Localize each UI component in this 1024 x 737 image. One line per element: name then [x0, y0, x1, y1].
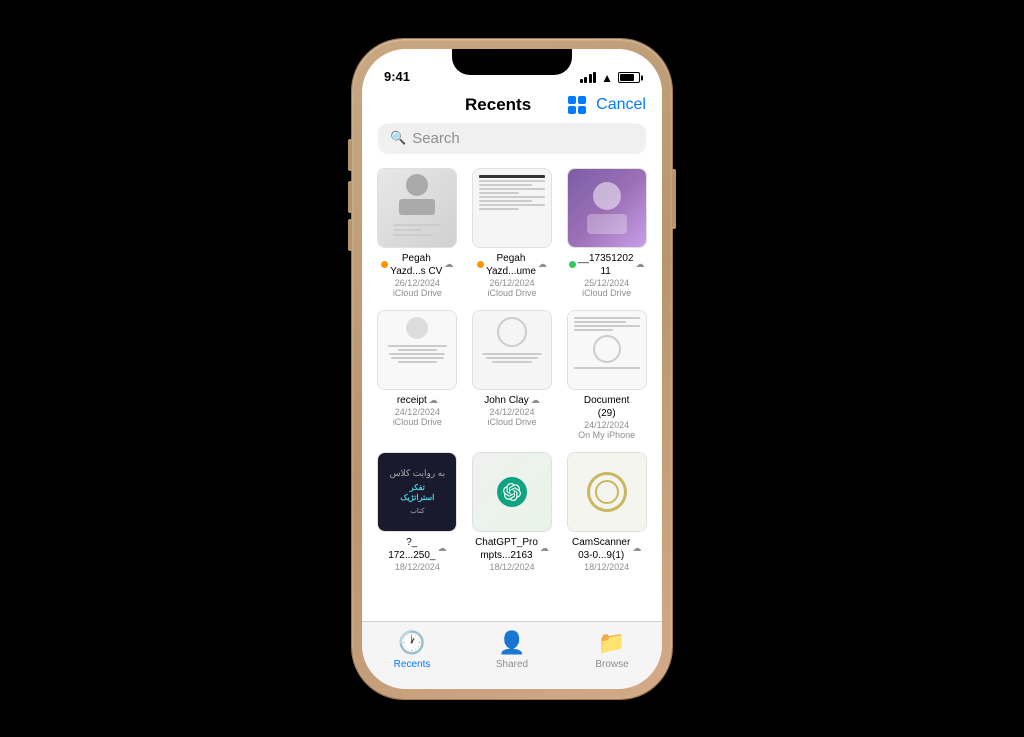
file-date: 24/12/2024: [489, 407, 534, 417]
tab-shared-label: Shared: [496, 659, 528, 670]
list-item[interactable]: PegahYazd...ume ☁ 26/12/2024 iCloud Driv…: [469, 168, 556, 298]
file-date: 26/12/2024: [395, 278, 440, 288]
list-item[interactable]: receipt ☁ 24/12/2024 iCloud Drive: [374, 310, 461, 440]
file-source: On My iPhone: [578, 430, 635, 440]
file-thumbnail: [567, 452, 647, 532]
notch: [452, 49, 572, 75]
list-item[interactable]: به روایت کلاس تفکراستراتژیک کتاب ?_172..…: [374, 452, 461, 572]
file-thumbnail: [567, 310, 647, 390]
recents-icon: 🕐: [398, 630, 425, 656]
search-placeholder: Search: [412, 130, 460, 147]
tab-recents-label: Recents: [394, 659, 431, 670]
list-item[interactable]: Document(29) 24/12/2024 On My iPhone: [563, 310, 650, 440]
cloud-icon: ☁: [531, 395, 540, 406]
nav-bar: Recents Cancel: [362, 91, 662, 123]
file-thumbnail: [472, 168, 552, 248]
tab-shared[interactable]: 👤 Shared: [482, 630, 542, 670]
search-bar[interactable]: 🔍 Search: [378, 123, 646, 154]
file-source: iCloud Drive: [487, 288, 536, 298]
file-thumbnail: به روایت کلاس تفکراستراتژیک کتاب: [377, 452, 457, 532]
shared-icon: 👤: [498, 630, 525, 656]
file-source: iCloud Drive: [582, 288, 631, 298]
file-thumbnail: [377, 168, 457, 248]
cloud-icon: ☁: [635, 259, 644, 270]
tab-recents[interactable]: 🕐 Recents: [382, 630, 442, 670]
nav-title: Recents: [465, 95, 531, 115]
wifi-icon: ▲: [601, 71, 613, 85]
battery-icon: [618, 72, 640, 83]
file-date: 26/12/2024: [489, 278, 534, 288]
cloud-icon: ☁: [429, 395, 438, 406]
status-dot: [569, 261, 576, 268]
file-date: 25/12/2024: [584, 278, 629, 288]
file-source: iCloud Drive: [393, 417, 442, 427]
list-item[interactable]: CamScanner03-0...9(1) ☁ 18/12/2024: [563, 452, 650, 572]
file-name: CamScanner03-0...9(1): [572, 536, 630, 562]
file-thumbnail: [472, 452, 552, 532]
file-date: 18/12/2024: [584, 562, 629, 572]
file-name: __1735120211: [578, 252, 634, 278]
files-scroll[interactable]: PegahYazd...s CV ☁ 26/12/2024 iCloud Dri…: [362, 164, 662, 621]
cloud-icon: ☁: [437, 543, 446, 554]
file-date: 24/12/2024: [395, 407, 440, 417]
file-name: PegahYazd...s CV: [390, 252, 442, 278]
file-thumbnail: [377, 310, 457, 390]
browse-icon: 📁: [598, 630, 625, 656]
file-date: 24/12/2024: [584, 420, 629, 430]
tab-browse[interactable]: 📁 Browse: [582, 630, 642, 670]
cloud-icon: ☁: [540, 543, 549, 554]
list-item[interactable]: ChatGPT_Prompts...2163 ☁ 18/12/2024: [469, 452, 556, 572]
file-thumbnail: [472, 310, 552, 390]
phone-frame: 9:41 ▲ Recents: [352, 39, 672, 699]
cloud-icon: ☁: [632, 543, 641, 554]
file-name: ChatGPT_Prompts...2163: [475, 536, 538, 562]
file-thumbnail: [567, 168, 647, 248]
file-name: PegahYazd...ume: [486, 252, 536, 278]
file-source: iCloud Drive: [393, 288, 442, 298]
files-grid: PegahYazd...s CV ☁ 26/12/2024 iCloud Dri…: [374, 168, 650, 582]
file-name: ?_172...250_: [388, 536, 435, 562]
file-date: 18/12/2024: [395, 562, 440, 572]
list-item[interactable]: John Clay ☁ 24/12/2024 iCloud Drive: [469, 310, 556, 440]
status-icons: ▲: [580, 71, 640, 85]
file-name: receipt: [397, 394, 427, 407]
signal-icon: [580, 72, 597, 83]
file-name: John Clay: [484, 394, 528, 407]
status-dot: [477, 261, 484, 268]
file-date: 18/12/2024: [489, 562, 534, 572]
cloud-icon: ☁: [538, 259, 547, 270]
list-item[interactable]: __1735120211 ☁ 25/12/2024 iCloud Drive: [563, 168, 650, 298]
tab-browse-label: Browse: [595, 659, 628, 670]
file-source: iCloud Drive: [487, 417, 536, 427]
cancel-button[interactable]: Cancel: [596, 96, 646, 114]
file-name: Document(29): [584, 394, 630, 420]
phone-screen: 9:41 ▲ Recents: [362, 49, 662, 689]
tab-bar: 🕐 Recents 👤 Shared 📁 Browse: [362, 621, 662, 689]
cloud-icon: ☁: [444, 259, 453, 270]
list-item[interactable]: PegahYazd...s CV ☁ 26/12/2024 iCloud Dri…: [374, 168, 461, 298]
grid-view-button[interactable]: [568, 96, 586, 114]
search-container: 🔍 Search: [362, 123, 662, 164]
grid-icon: [568, 96, 586, 114]
search-icon: 🔍: [390, 130, 406, 146]
status-time: 9:41: [384, 69, 410, 85]
status-dot: [381, 261, 388, 268]
